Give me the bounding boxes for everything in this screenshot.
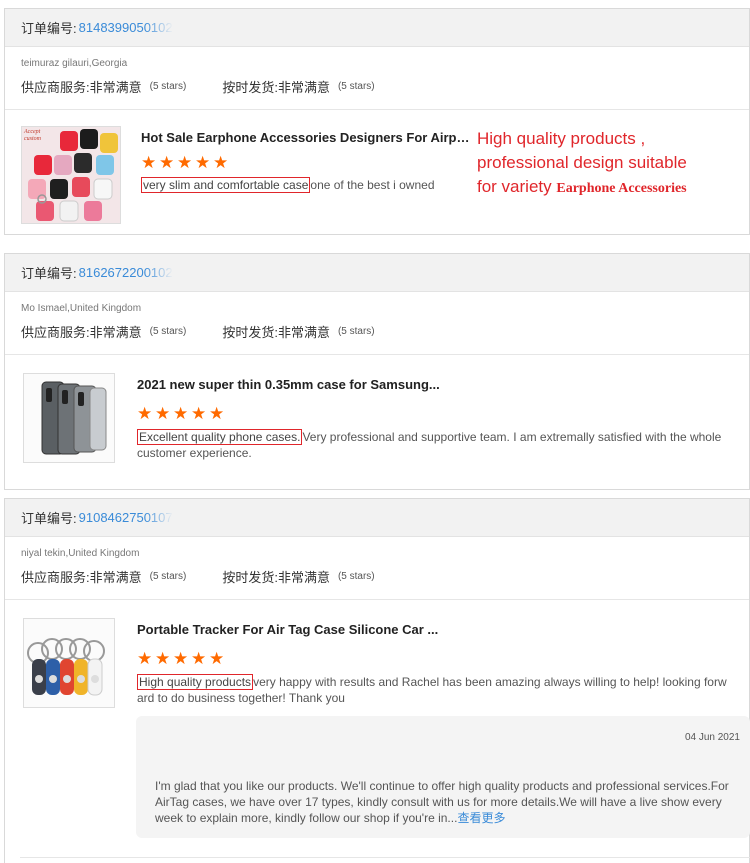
supplier-service-rating: 供应商服务: 非常满意 (5 stars) [21, 79, 187, 95]
star-icon: ★ [195, 153, 211, 172]
star-icon: ★ [177, 153, 193, 172]
review-highlight: Excellent quality phone cases. [137, 429, 303, 445]
product-image[interactable]: Accept custom [21, 126, 121, 224]
view-more-link[interactable]: 查看更多 [457, 811, 505, 825]
promo-text: High quality products , professional des… [477, 129, 687, 196]
buyer-name: Mo Ismael,United Kingdom [21, 303, 142, 314]
order-card-2: 订单编号: 8162672200102 Mo Ismael,United Kin… [4, 253, 750, 490]
star-icon: ★ [213, 153, 229, 172]
star-icon: ★ [173, 404, 189, 423]
divider [20, 857, 750, 858]
order-number-link[interactable]: 8162672200102 [79, 265, 173, 280]
phone-case-image [24, 374, 114, 462]
seller-reply: 04 Jun 2021 I'm glad that you like our p… [136, 716, 750, 838]
star-icon: ★ [191, 649, 207, 668]
product-title-link[interactable]: Hot Sale Earphone Accessories Designers … [141, 130, 471, 145]
star-icon: ★ [137, 649, 153, 668]
buyer-name: teimuraz gilauri,Georgia [21, 58, 128, 69]
star-icon: ★ [209, 404, 225, 423]
star-icon: ★ [137, 404, 153, 423]
star-icon: ★ [141, 153, 157, 172]
reply-date: 04 Jun 2021 [684, 732, 740, 743]
star-icon: ★ [159, 153, 175, 172]
order-label: 订单编号: [21, 511, 77, 526]
star-icon: ★ [209, 649, 225, 668]
star-icon: ★ [155, 404, 171, 423]
order-label: 订单编号: [21, 266, 77, 281]
star-icon: ★ [191, 404, 207, 423]
airtag-case-image [24, 619, 114, 707]
order-header: 订单编号: 8162672200102 [5, 254, 749, 292]
review-text: Excellent quality phone cases. Very profe… [137, 429, 722, 460]
on-time-rating: 按时发货: 非常满意 (5 stars) [222, 79, 375, 95]
supplier-service-rating: 供应商服务: 非常满意 (5 stars) [21, 324, 187, 340]
order-number-link[interactable]: 8148399050102 [79, 20, 173, 35]
product-image[interactable] [23, 618, 115, 708]
star-icon: ★ [173, 649, 189, 668]
buyer-name: niyal tekin,United Kingdom [21, 548, 140, 559]
product-image[interactable] [23, 373, 115, 463]
on-time-rating: 按时发货: 非常满意 (5 stars) [222, 569, 375, 585]
review-stars: ★ ★ ★ ★ ★ [137, 404, 733, 423]
product-title-link[interactable]: 2021 new super thin 0.35mm case for Sams… [137, 377, 442, 392]
order-number-link[interactable]: 9108462750107 [79, 510, 173, 525]
supplier-service-rating: 供应商服务: 非常满意 (5 stars) [21, 569, 187, 585]
order-label: 订单编号: [21, 21, 77, 36]
order-card-1: 订单编号: 8148399050102 teimuraz gilauri,Geo… [4, 8, 750, 235]
on-time-rating: 按时发货: 非常满意 (5 stars) [222, 324, 375, 340]
order-header: 订单编号: 8148399050102 [5, 9, 749, 47]
review-stars: ★ ★ ★ ★ ★ [137, 649, 733, 668]
review-text: High quality products very happy with res… [137, 674, 727, 705]
thumb-caption: Accept custom [24, 129, 41, 142]
order-header: 订单编号: 9108462750107 [5, 499, 749, 537]
reply-text: I'm glad that you like our products. We'… [155, 779, 729, 825]
product-title-link[interactable]: Portable Tracker For Air Tag Case Silico… [137, 622, 442, 637]
review-highlight: High quality products [137, 674, 254, 690]
star-icon: ★ [155, 649, 171, 668]
review-highlight: very slim and comfortable case [141, 177, 311, 193]
